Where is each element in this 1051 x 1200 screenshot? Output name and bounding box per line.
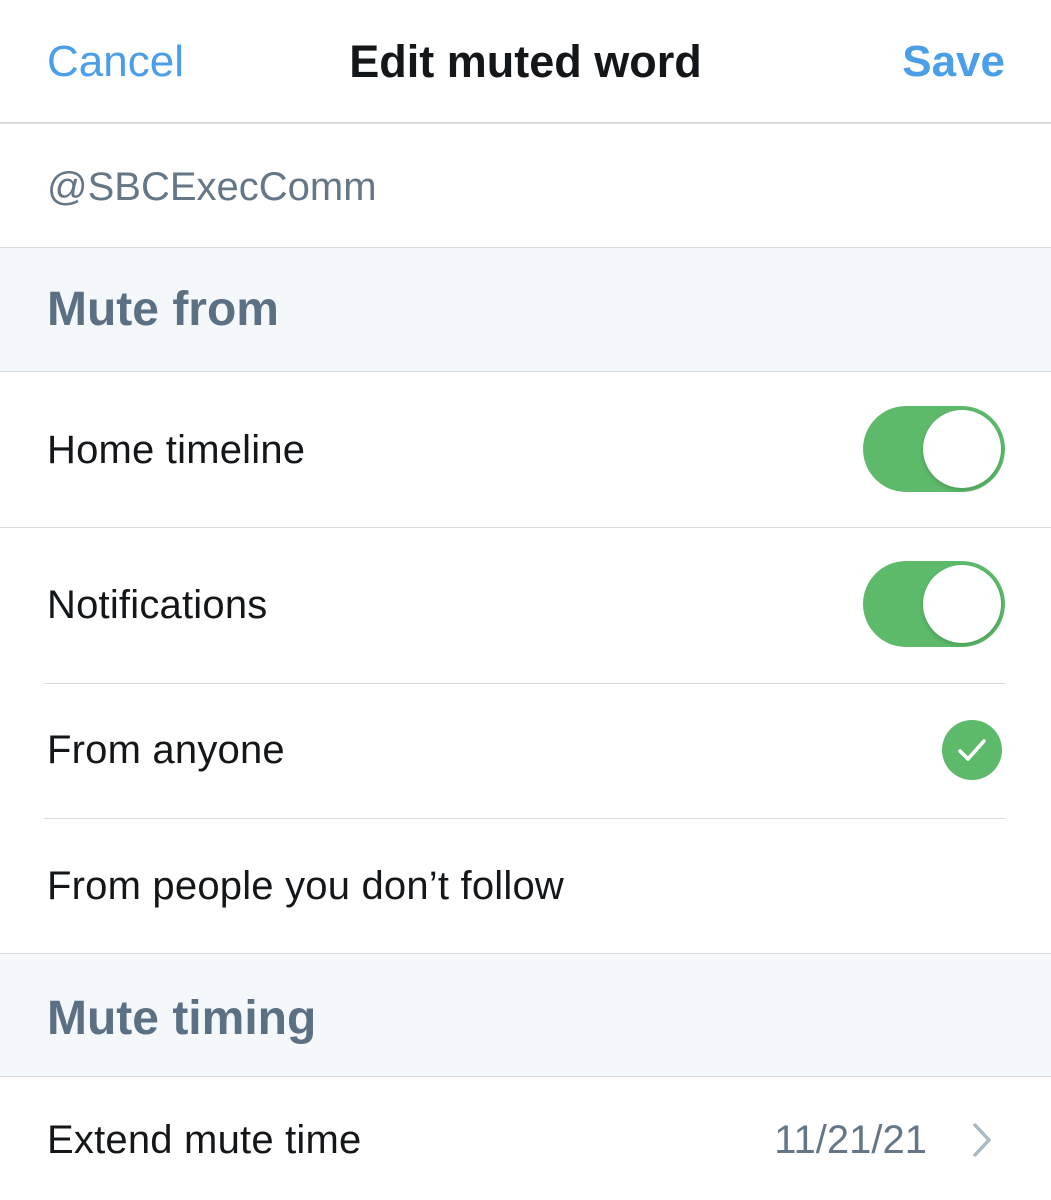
extend-mute-time-row[interactable]: Extend mute time 11/21/21 <box>0 1077 1051 1200</box>
from-anyone-label: From anyone <box>47 728 285 772</box>
mute-expiry-date: 11/21/21 <box>774 1118 927 1162</box>
muted-word-input[interactable] <box>47 162 947 212</box>
save-button[interactable]: Save <box>902 34 1005 90</box>
notifications-row: Notifications <box>0 528 1051 683</box>
navigation-bar: Cancel Edit muted word Save <box>0 0 1051 124</box>
from-non-followers-label: From people you don’t follow <box>47 864 564 908</box>
checkmark-icon <box>958 739 986 761</box>
notifications-toggle[interactable] <box>863 561 1005 647</box>
mute-timing-section-header: Mute timing <box>0 953 1051 1077</box>
mute-from-section-header: Mute from <box>0 248 1051 372</box>
edit-muted-word-screen: Cancel Edit muted word Save Mute from Ho… <box>0 0 1051 1200</box>
mute-timing-heading: Mute timing <box>47 992 317 1045</box>
from-anyone-option[interactable]: From anyone <box>0 684 1051 818</box>
mute-from-heading: Mute from <box>47 283 279 336</box>
home-timeline-row: Home timeline <box>0 372 1051 527</box>
page-title: Edit muted word <box>349 36 702 87</box>
extend-mute-time-label: Extend mute time <box>47 1118 362 1162</box>
home-timeline-toggle[interactable] <box>863 406 1005 492</box>
home-timeline-label: Home timeline <box>47 428 306 472</box>
muted-word-row <box>0 124 1051 248</box>
from-non-followers-option[interactable]: From people you don’t follow <box>0 819 1051 953</box>
checkmark-circle-icon <box>942 720 1002 780</box>
notifications-label: Notifications <box>47 583 268 627</box>
toggle-knob <box>923 410 1001 488</box>
toggle-knob <box>923 565 1001 643</box>
chevron-right-icon <box>973 1123 991 1157</box>
